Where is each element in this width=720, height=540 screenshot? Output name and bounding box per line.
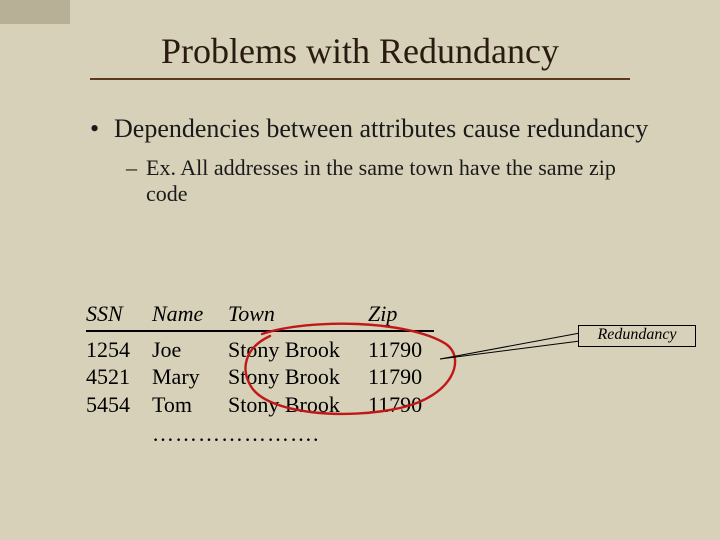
- table-row: 1254 Joe Stony Brook 11790: [86, 336, 442, 364]
- cell-ssn: 1254: [86, 336, 152, 364]
- bullet-dot-icon: •: [90, 114, 114, 145]
- header-rule: [86, 330, 434, 332]
- ellipsis: ………………….: [152, 418, 442, 448]
- cell-name: Tom: [152, 391, 228, 419]
- redundancy-callout: Redundancy: [578, 325, 696, 347]
- bullet-1-text: Dependencies between attributes cause re…: [114, 114, 648, 145]
- data-table: SSN Name Town Zip 1254 Joe Stony Brook 1…: [86, 300, 442, 448]
- bullet-2-text: Ex. All addresses in the same town have …: [146, 155, 660, 208]
- bullet-level-1: • Dependencies between attributes cause …: [90, 114, 660, 145]
- cell-name: Joe: [152, 336, 228, 364]
- table-row: 4521 Mary Stony Brook 11790: [86, 363, 442, 391]
- cell-town: Stony Brook: [228, 336, 368, 364]
- col-zip: Zip: [368, 300, 442, 328]
- bullet-dash-icon: –: [126, 155, 146, 208]
- col-ssn: SSN: [86, 300, 152, 328]
- col-name: Name: [152, 300, 228, 328]
- slide: Problems with Redundancy • Dependencies …: [0, 0, 720, 540]
- cell-name: Mary: [152, 363, 228, 391]
- example-table: SSN Name Town Zip 1254 Joe Stony Brook 1…: [86, 300, 442, 448]
- col-town: Town: [228, 300, 368, 328]
- table-header-row: SSN Name Town Zip: [86, 300, 442, 328]
- slide-body: • Dependencies between attributes cause …: [0, 114, 720, 207]
- cell-town: Stony Brook: [228, 363, 368, 391]
- cell-zip: 11790: [368, 363, 442, 391]
- cell-ssn: 5454: [86, 391, 152, 419]
- slide-title: Problems with Redundancy: [0, 0, 720, 78]
- corner-accent: [0, 0, 70, 24]
- callout-label: Redundancy: [597, 326, 676, 343]
- callout-connector-icon: [440, 323, 582, 361]
- cell-ssn: 4521: [86, 363, 152, 391]
- table-ellipsis-row: ………………….: [86, 418, 442, 448]
- table-row: 5454 Tom Stony Brook 11790: [86, 391, 442, 419]
- cell-zip: 11790: [368, 391, 442, 419]
- cell-zip: 11790: [368, 336, 442, 364]
- title-underline: [90, 78, 630, 80]
- cell-town: Stony Brook: [228, 391, 368, 419]
- bullet-level-2: – Ex. All addresses in the same town hav…: [90, 155, 660, 208]
